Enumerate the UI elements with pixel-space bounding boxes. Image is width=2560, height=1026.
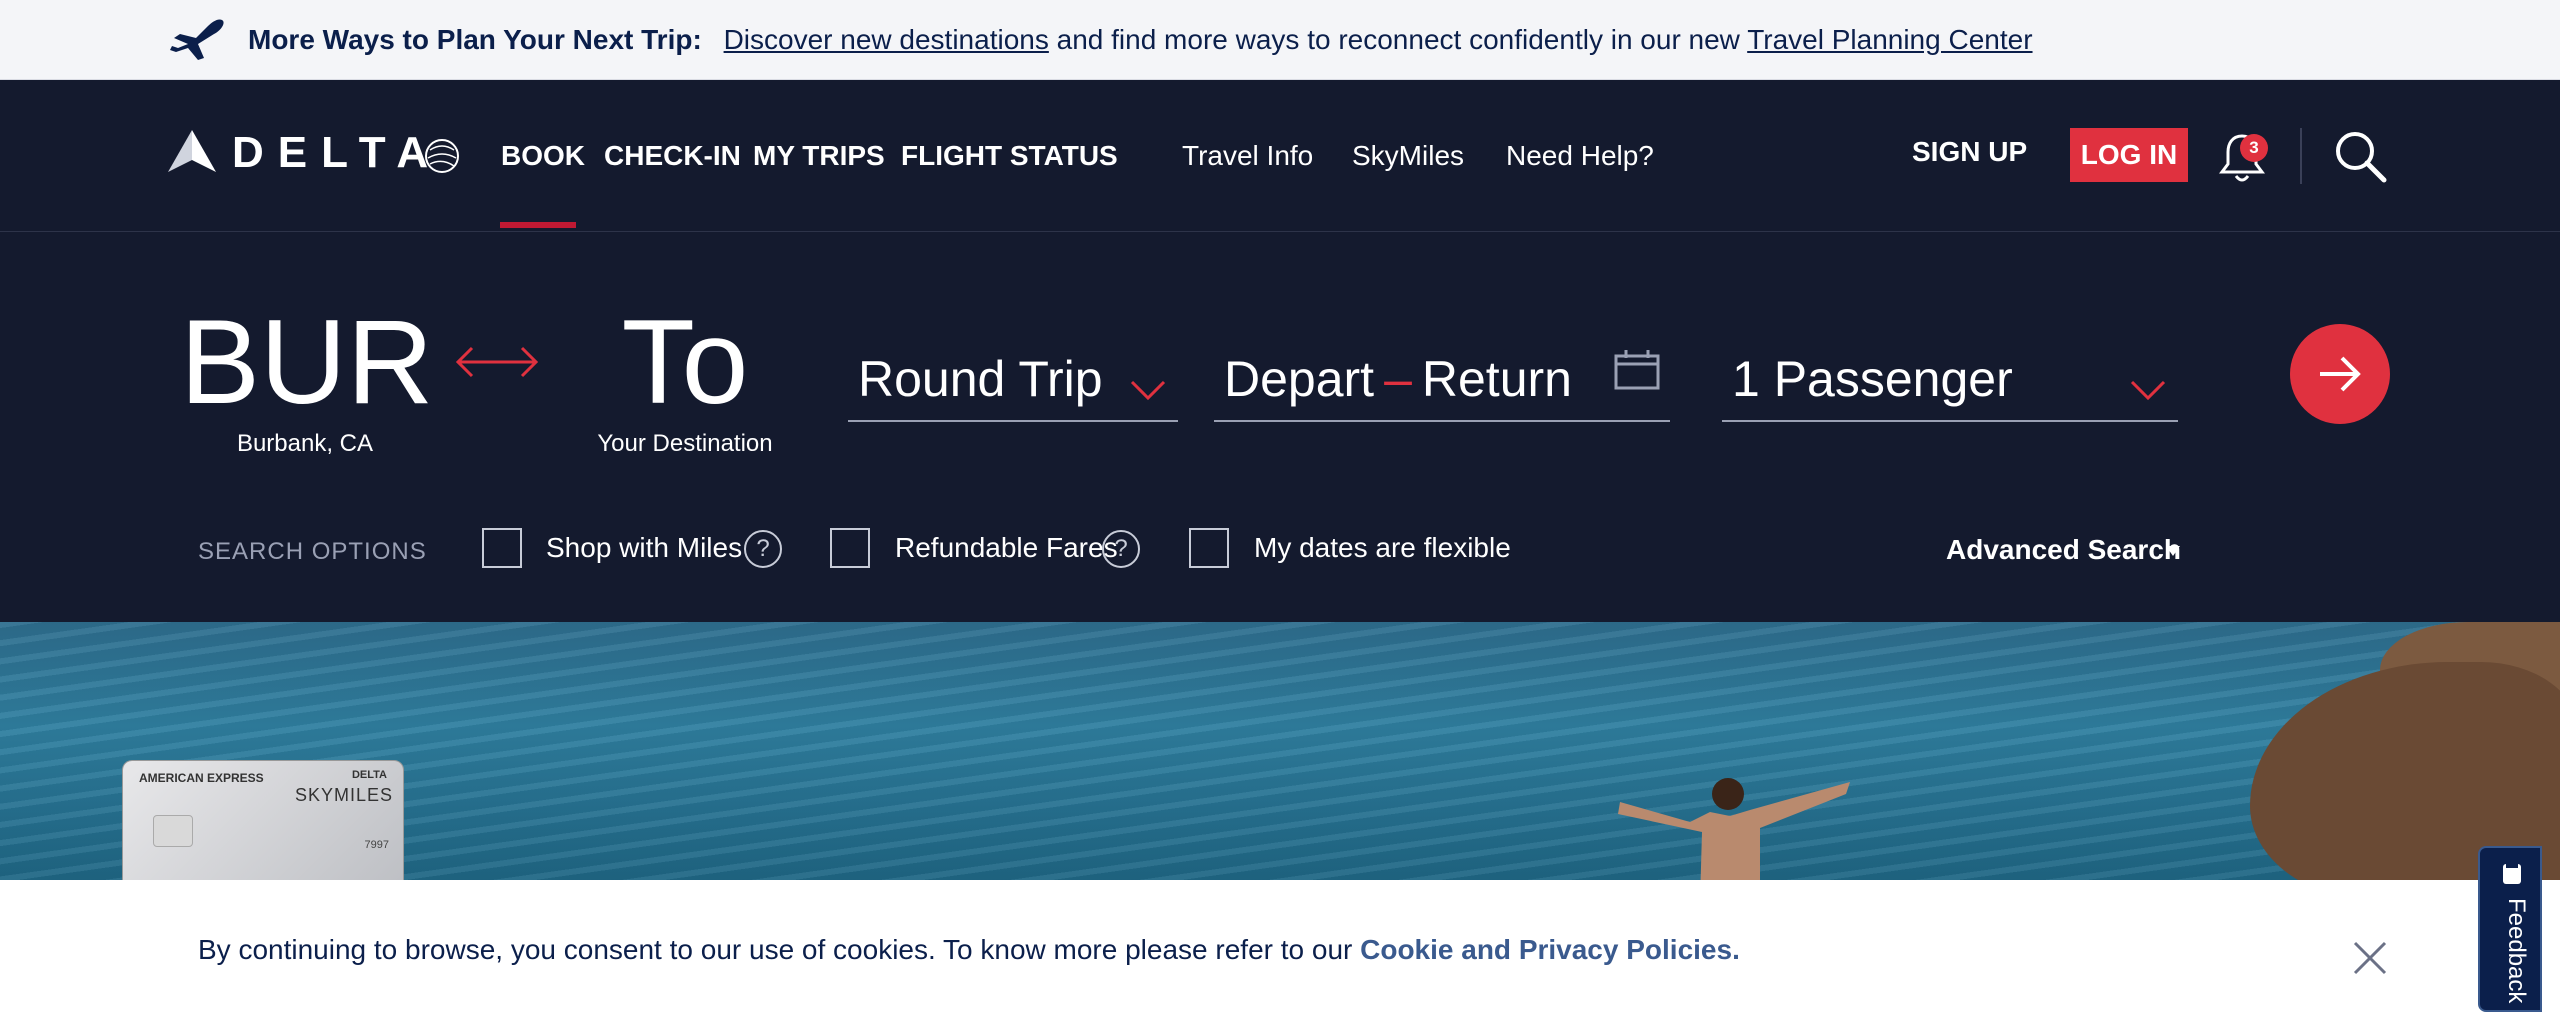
nav-need-help[interactable]: Need Help? bbox=[1506, 140, 1654, 172]
search-options-label: SEARCH OPTIONS bbox=[198, 538, 427, 565]
feedback-tab[interactable]: Feedback bbox=[2478, 846, 2542, 1012]
swap-arrows-icon[interactable] bbox=[452, 342, 542, 382]
destination-selector[interactable]: To Your Destination bbox=[580, 302, 790, 458]
nav-travel-info[interactable]: Travel Info bbox=[1182, 140, 1313, 172]
banner-headline: More Ways to Plan Your Next Trip: bbox=[248, 24, 702, 55]
date-picker[interactable]: Depart – Return bbox=[1214, 340, 1670, 422]
travel-planning-center-link[interactable]: Travel Planning Center bbox=[1747, 24, 2032, 55]
banner-middle-text: and find more ways to reconnect confiden… bbox=[1056, 24, 1740, 55]
announcement-banner: More Ways to Plan Your Next Trip: Discov… bbox=[0, 0, 2560, 80]
search-icon[interactable] bbox=[2330, 126, 2390, 186]
main-nav: DELTA BOOK CHECK-IN MY TRIPS FLIGHT STAT… bbox=[0, 80, 2560, 232]
origin-code: BUR bbox=[180, 295, 434, 429]
feedback-label: Feedback bbox=[2503, 898, 2530, 1004]
feedback-icon bbox=[2503, 864, 2521, 884]
trip-type-select[interactable]: Round Trip bbox=[848, 340, 1178, 422]
origin-selector[interactable]: BUR Burbank, CA bbox=[180, 295, 434, 458]
flexible-dates-label[interactable]: My dates are flexible bbox=[1254, 532, 1511, 564]
booking-panel: BUR Burbank, CA To Your Destination Roun… bbox=[0, 232, 2560, 622]
flexible-dates-checkbox[interactable] bbox=[1189, 528, 1229, 568]
search-flights-button[interactable] bbox=[2290, 324, 2390, 424]
refundable-fares-label[interactable]: Refundable Fares bbox=[895, 532, 1118, 564]
nav-divider bbox=[2300, 128, 2302, 184]
notification-count-badge: 3 bbox=[2240, 134, 2268, 162]
origin-city: Burbank, CA bbox=[236, 430, 374, 457]
card-product: SKYMILES bbox=[294, 785, 393, 805]
sign-up-link[interactable]: SIGN UP bbox=[1912, 136, 2027, 168]
destination-code: To bbox=[621, 295, 749, 429]
log-in-button[interactable]: LOG IN bbox=[2070, 128, 2188, 182]
nav-book[interactable]: BOOK bbox=[501, 140, 585, 172]
cookie-policy-link[interactable]: Cookie and Privacy Policies. bbox=[1360, 934, 1740, 965]
card-digits: 7997 bbox=[364, 839, 389, 851]
trip-type-value: Round Trip bbox=[858, 351, 1103, 407]
logo-wordmark: DELTA bbox=[232, 128, 443, 177]
shop-with-miles-checkbox[interactable] bbox=[482, 528, 522, 568]
advanced-search-link[interactable]: Advanced Search bbox=[1946, 534, 2181, 566]
chevron-down-icon bbox=[1130, 380, 1166, 401]
passenger-select[interactable]: 1 Passenger bbox=[1722, 340, 2178, 422]
destination-label: Your Destination bbox=[597, 430, 773, 457]
cookie-message: By continuing to browse, you consent to … bbox=[198, 934, 1740, 966]
nav-check-in[interactable]: CHECK-IN bbox=[604, 140, 741, 172]
amex-promo-card[interactable]: AMERICAN EXPRESS DELTA SKYMILES 7997 bbox=[122, 760, 404, 882]
cookie-consent-bar: By continuing to browse, you consent to … bbox=[0, 880, 2560, 1026]
help-icon[interactable]: ? bbox=[744, 530, 782, 568]
card-brand: DELTA bbox=[351, 769, 387, 781]
date-separator: – bbox=[1384, 351, 1412, 407]
caret-down-icon bbox=[2166, 546, 2180, 556]
card-chip bbox=[153, 815, 193, 847]
card-issuer: AMERICAN EXPRESS bbox=[139, 771, 264, 785]
discover-destinations-link[interactable]: Discover new destinations bbox=[724, 24, 1049, 55]
arrow-right-icon bbox=[2320, 356, 2361, 392]
return-label: Return bbox=[1421, 351, 1572, 407]
passenger-value: 1 Passenger bbox=[1732, 351, 2013, 407]
refundable-fares-checkbox[interactable] bbox=[830, 528, 870, 568]
hero-image: AMERICAN EXPRESS DELTA SKYMILES 7997 bbox=[0, 622, 2560, 882]
skyteam-globe-icon bbox=[425, 139, 459, 173]
nav-flight-status[interactable]: FLIGHT STATUS bbox=[901, 140, 1118, 172]
active-tab-indicator bbox=[500, 222, 576, 228]
help-icon[interactable]: ? bbox=[1102, 530, 1140, 568]
person-figure bbox=[1618, 778, 1850, 882]
banner-text: More Ways to Plan Your Next Trip: Discov… bbox=[248, 24, 2033, 56]
depart-label: Depart bbox=[1224, 351, 1375, 407]
shop-with-miles-label[interactable]: Shop with Miles bbox=[546, 532, 742, 564]
nav-skymiles[interactable]: SkyMiles bbox=[1352, 140, 1464, 172]
delta-widget-icon bbox=[168, 130, 216, 172]
nav-my-trips[interactable]: MY TRIPS bbox=[753, 140, 885, 172]
cookie-text: By continuing to browse, you consent to … bbox=[198, 934, 1353, 965]
calendar-icon bbox=[1614, 350, 1660, 390]
airplane-icon bbox=[170, 19, 224, 61]
date-range-text: Depart – Return bbox=[1224, 350, 1572, 408]
chevron-down-icon bbox=[2130, 380, 2166, 401]
close-icon[interactable] bbox=[2352, 940, 2388, 976]
